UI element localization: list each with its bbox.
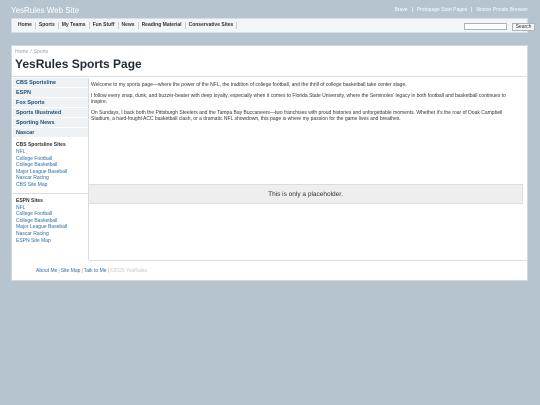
site-header: YesRules Web Site Brave Protopage Start P…	[11, 5, 528, 17]
intro-paragraph: Welcome to my sports page—where the powe…	[91, 82, 407, 88]
top-link-protopage[interactable]: Protopage Start Pages	[417, 7, 468, 13]
espn-link-site-map[interactable]: ESPN Site Map	[13, 238, 88, 245]
cbs-link-site-map[interactable]: CBS Site Map	[13, 182, 88, 189]
site-title: YesRules Web Site	[11, 6, 80, 15]
divider: |	[81, 268, 83, 274]
tab-sports[interactable]: Sports	[36, 22, 59, 29]
cbs-link-nascar-racing[interactable]: Nascar Racing	[13, 175, 88, 182]
breadcrumb-current: Sports	[33, 49, 49, 55]
espn-link-nfl[interactable]: NFL	[13, 205, 88, 212]
tab-conservative-sites[interactable]: Conservative Sites	[186, 22, 238, 29]
teams-paragraph: On Sundays, I back both the Pittsburgh S…	[91, 109, 503, 123]
cbs-link-nfl[interactable]: NFL	[13, 149, 88, 156]
footer-link-about-me[interactable]: About Me	[36, 268, 57, 274]
footer-link-site-map[interactable]: Site Map	[61, 268, 81, 274]
top-link-brave[interactable]: Brave	[395, 7, 408, 13]
tab-home[interactable]: Home	[15, 22, 36, 29]
search-input[interactable]	[464, 23, 507, 30]
sidebar-item-cbs-sportsline[interactable]: CBS Sportsline	[13, 78, 88, 88]
espn-sites-heading: ESPN Sites	[16, 197, 43, 204]
page-panel: Home / Sports YesRules Sports Page CBS Spo…	[11, 45, 528, 281]
cbs-sites-heading: CBS Sportsline Sites	[16, 142, 66, 148]
cbs-link-college-basketball[interactable]: College Basketball	[13, 162, 88, 169]
divider	[471, 7, 473, 13]
divider: |	[58, 268, 60, 274]
espn-link-mlb[interactable]: Major League Baseball	[13, 224, 88, 231]
content-bottom-divider	[89, 260, 527, 261]
page-title: YesRules Sports Page	[15, 57, 142, 71]
search-button[interactable]: Search	[512, 23, 535, 31]
sidebar-item-sporting-news[interactable]: Sporting News	[13, 118, 88, 128]
tab-fun-stuff[interactable]: Fun Stuff	[90, 22, 119, 29]
divider: |	[107, 268, 109, 274]
tab-reading-material[interactable]: Reading Material	[139, 22, 186, 29]
sidebar-item-sports-illustrated[interactable]: Sports Illustrated	[13, 108, 88, 118]
divider	[411, 7, 413, 13]
top-link-norton[interactable]: Norton Private Browser	[476, 7, 528, 13]
placeholder-box: This is only a placeholder.	[88, 184, 523, 204]
title-divider	[12, 76, 527, 77]
copyright: ©2025 YesRules.	[109, 268, 149, 274]
main-navbar: Home Sports My Teams Fun Stuff News Read…	[11, 18, 535, 33]
espn-link-college-basketball[interactable]: College Basketball	[13, 218, 88, 225]
sidebar-item-espn[interactable]: ESPN	[13, 88, 88, 98]
espn-link-college-football[interactable]: College Football	[13, 211, 88, 218]
sidebar-item-fox-sports[interactable]: Fox Sports	[13, 98, 88, 108]
nav-tabs: Home Sports My Teams Fun Stuff News Read…	[15, 19, 238, 32]
cbs-link-college-football[interactable]: College Football	[13, 156, 88, 163]
tab-news[interactable]: News	[119, 22, 139, 29]
espn-link-nascar-racing[interactable]: Nascar Racing	[13, 231, 88, 238]
sidebar-divider	[13, 192, 88, 194]
loyalty-paragraph: I follow every snap, dunk, and buzzer-be…	[91, 92, 506, 106]
breadcrumb-home[interactable]: Home	[15, 49, 28, 55]
tab-my-teams[interactable]: My Teams	[59, 22, 90, 29]
top-links: Brave Protopage Start Pages Norton Private…	[395, 5, 528, 15]
sidebar-item-nascar[interactable]: Nascar	[13, 128, 88, 138]
main-content: Welcome to my sports page—where the powe…	[91, 82, 523, 127]
breadcrumb: Home / Sports	[15, 49, 48, 55]
breadcrumb-divider: /	[30, 49, 32, 55]
footer: About Me|Site Map|Talk to Me|©2025 YesRu…	[36, 268, 148, 274]
cbs-link-mlb[interactable]: Major League Baseball	[13, 169, 88, 176]
sidebar: CBS Sportsline ESPN Fox Sports Sports Il…	[13, 78, 89, 260]
footer-link-talk-to-me[interactable]: Talk to Me	[84, 268, 107, 274]
